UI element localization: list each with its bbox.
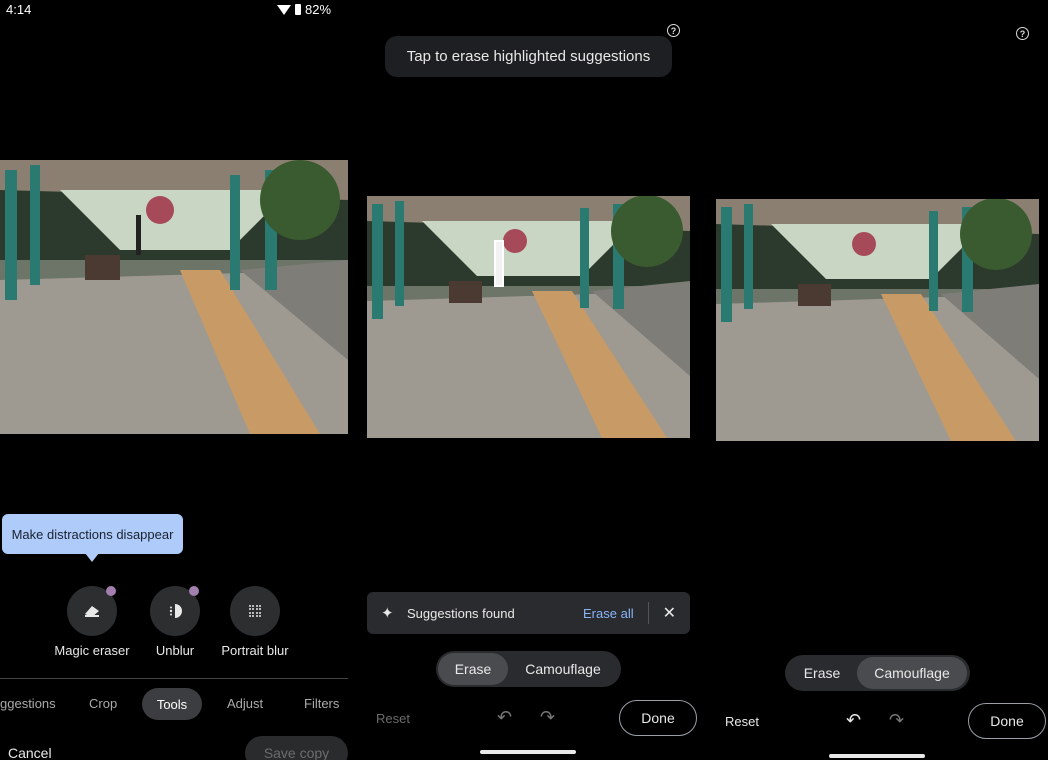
portrait-blur-label: Portrait blur — [221, 643, 289, 658]
tab-tools[interactable]: Tools — [142, 688, 202, 720]
done-button[interactable]: Done — [619, 700, 697, 736]
home-indicator — [480, 750, 576, 754]
seg-erase[interactable]: Erase — [438, 653, 508, 685]
wifi-icon — [277, 4, 291, 15]
tooltip-tail — [85, 553, 99, 562]
reset-button[interactable]: Reset — [725, 714, 759, 729]
help-icon[interactable]: ? — [667, 24, 680, 37]
eraser-icon — [85, 606, 99, 617]
suggestions-label: Suggestions found — [407, 605, 515, 621]
redo-icon[interactable]: ↷ — [889, 710, 904, 731]
portrait-blur-icon — [249, 605, 261, 617]
status-right: 82% — [277, 2, 331, 17]
redo-icon[interactable]: ↷ — [540, 707, 555, 728]
photo-right — [716, 199, 1039, 441]
close-icon[interactable]: ✕ — [663, 603, 676, 623]
photo-middle — [367, 196, 690, 438]
tab-adjust[interactable]: Adjust — [227, 696, 263, 711]
undo-icon[interactable]: ↶ — [846, 710, 861, 731]
mode-segmented-control: Erase Camouflage — [785, 655, 970, 691]
suggestions-bar: ✦ Suggestions found Erase all ✕ — [367, 592, 690, 634]
battery-icon — [295, 4, 301, 15]
tab-crop[interactable]: Crop — [89, 696, 117, 711]
seg-camouflage[interactable]: Camouflage — [857, 657, 967, 689]
magic-eraser-tooltip: Make distractions disappear — [2, 514, 183, 554]
done-button[interactable]: Done — [968, 703, 1046, 739]
tab-divider — [0, 678, 348, 679]
seg-erase[interactable]: Erase — [787, 657, 857, 689]
save-copy-button[interactable]: Save copy — [245, 736, 348, 760]
unblur-icon — [169, 604, 182, 618]
portrait-blur-button[interactable] — [230, 586, 280, 636]
new-badge-dot — [189, 586, 199, 596]
tab-suggestions[interactable]: ggestions — [0, 696, 56, 711]
photo-left — [0, 160, 348, 434]
home-indicator — [829, 754, 925, 758]
new-badge-dot — [106, 586, 116, 596]
status-time: 4:14 — [6, 2, 32, 17]
undo-icon[interactable]: ↶ — [497, 707, 512, 728]
sparkle-icon: ✦ — [381, 605, 394, 622]
help-icon[interactable]: ? — [1016, 27, 1029, 40]
suggestion-toast: Tap to erase highlighted suggestions — [385, 36, 672, 77]
reset-button[interactable]: Reset — [376, 711, 410, 726]
battery-level: 82% — [305, 2, 332, 17]
mode-segmented-control: Erase Camouflage — [436, 651, 621, 687]
erase-all-button[interactable]: Erase all — [583, 606, 634, 621]
seg-camouflage[interactable]: Camouflage — [508, 653, 618, 685]
cancel-button[interactable]: Cancel — [8, 745, 52, 760]
divider — [647, 602, 649, 624]
tab-filters[interactable]: Filters — [304, 696, 339, 711]
